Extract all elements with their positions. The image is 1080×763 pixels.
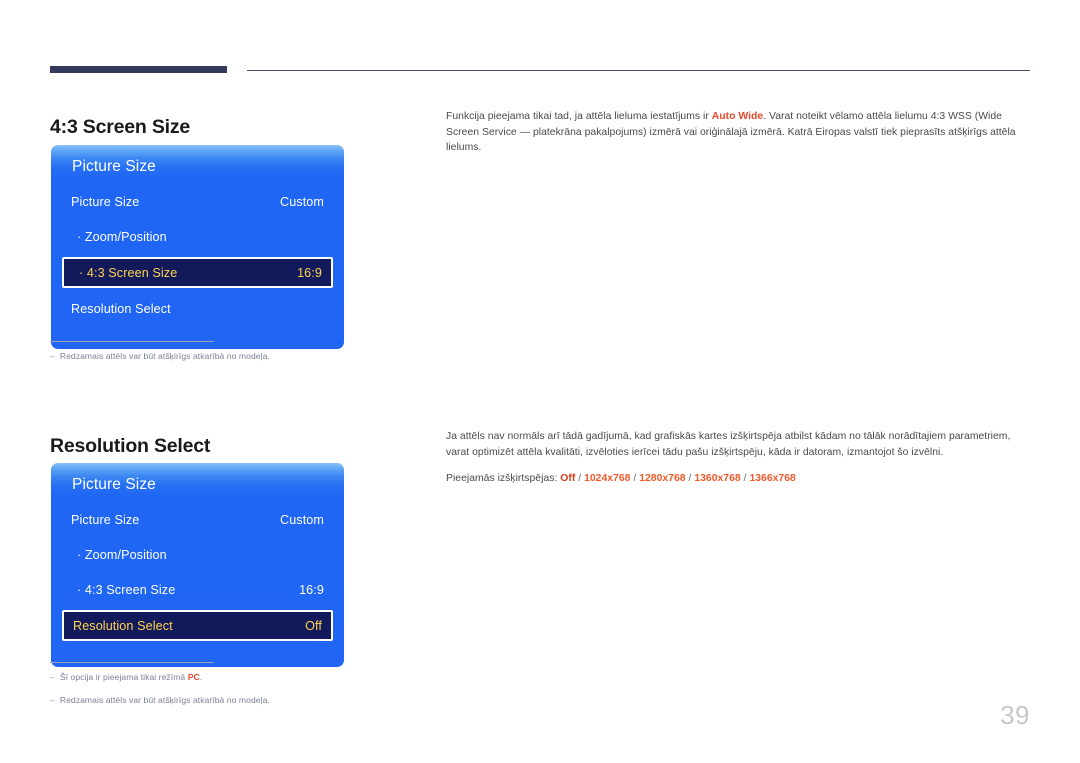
osd-row[interactable]: · Zoom/Position (62, 540, 333, 569)
osd-row-value: Custom (280, 194, 324, 209)
osd-panel-picture-size-2: Picture Size Picture Size Custom · Zoom/… (51, 463, 344, 667)
osd-row-label: Resolution Select (73, 618, 173, 633)
footnote-dash: – (50, 695, 55, 705)
footnote-dash: – (50, 351, 55, 361)
footnote-block-2: – Šī opcija ir pieejama tikai režīmā PC.… (50, 662, 270, 718)
footnote-dash: – (50, 672, 55, 682)
footnote-accent-pc: PC (187, 672, 200, 682)
footnote-block-1: – Redzamais attēls var būt atšķirīgs atk… (50, 341, 270, 374)
header-accent-bar (50, 66, 227, 73)
description-paragraph-2: Ja attēls nav normāls arī tādā gadījumā,… (446, 431, 1011, 458)
resolutions-label: Pieejamās izšķirtspējas: (446, 473, 561, 485)
resolution-separator: / (685, 473, 695, 485)
osd-row[interactable]: · Zoom/Position (62, 222, 333, 251)
footnote-item: – Redzamais attēls var būt atšķirīgs atk… (50, 695, 270, 705)
footnote-text: Redzamais attēls var būt atšķirīgs atkar… (59, 351, 270, 361)
footnote-item: – Šī opcija ir pieejama tikai režīmā PC. (50, 672, 270, 682)
footnote-text: Šī opcija ir pieejama tikai režīmā PC. (60, 672, 202, 682)
paragraph-accent-auto-wide: Auto Wide (711, 111, 764, 123)
paragraph-prefix: Funkcija pieejama tikai tad, ja attēla l… (446, 111, 712, 123)
osd-row[interactable]: Picture Size Custom (62, 187, 333, 216)
osd-row-value: Custom (280, 512, 324, 527)
section-title-4-3-screen-size: 4:3 Screen Size (50, 116, 191, 139)
osd-row-value: Off (305, 618, 322, 633)
osd-row-label: · Zoom/Position (77, 547, 167, 562)
resolution-separator: / (630, 473, 640, 485)
resolution-option: 1280x768 (639, 473, 686, 485)
available-resolutions-line: Pieejamās izšķirtspējas: Off / 1024x768 … (446, 473, 1031, 484)
page-number: 39 (1000, 700, 1030, 730)
osd-row-selected[interactable]: Resolution Select Off (62, 610, 333, 641)
footnote-rule (50, 341, 214, 342)
section-title-resolution-select: Resolution Select (50, 435, 211, 458)
resolution-option-off: Off (560, 473, 576, 485)
description-paragraph-1: Funkcija pieejama tikai tad, ja attēla l… (446, 109, 1031, 155)
osd-row-label: · 4:3 Screen Size (79, 265, 178, 280)
footnote-text: Redzamais attēls var būt atšķirīgs atkar… (59, 695, 270, 705)
manual-page: 4:3 Screen Size Picture Size Picture Siz… (0, 0, 1080, 763)
resolution-option: 1024x768 (584, 473, 631, 485)
body-column-2: Ja attēls nav normāls arī tādā gadījumā,… (446, 419, 1031, 484)
osd-row-value: 16:9 (297, 265, 322, 280)
osd-panel-picture-size-1: Picture Size Picture Size Custom · Zoom/… (51, 145, 344, 349)
osd-row-label: Picture Size (71, 512, 140, 527)
osd-title: Picture Size (72, 476, 156, 493)
resolution-separator: / (575, 473, 585, 485)
osd-row[interactable]: Resolution Select (62, 294, 333, 323)
footnote-text-prefix: Šī opcija ir pieejama tikai režīmā (59, 672, 188, 682)
footnote-rule (50, 662, 214, 663)
osd-row-label: · Zoom/Position (77, 229, 167, 244)
osd-row-label: Picture Size (71, 194, 140, 209)
osd-row-label: · 4:3 Screen Size (77, 582, 176, 597)
footnote-item: – Redzamais attēls var būt atšķirīgs atk… (50, 351, 270, 361)
osd-row-label: Resolution Select (71, 301, 171, 316)
osd-title: Picture Size (72, 158, 156, 175)
header-rule-line (247, 70, 1030, 71)
body-column-1: Funkcija pieejama tikai tad, ja attēla l… (446, 99, 1031, 166)
osd-row-value: 16:9 (299, 582, 324, 597)
osd-row[interactable]: · 4:3 Screen Size 16:9 (62, 575, 333, 604)
footnote-text-suffix: . (199, 672, 203, 682)
resolution-option: 1366x768 (749, 473, 796, 485)
osd-row-selected[interactable]: · 4:3 Screen Size 16:9 (62, 257, 333, 288)
osd-row[interactable]: Picture Size Custom (62, 505, 333, 534)
resolution-option: 1360x768 (694, 473, 741, 485)
resolution-option-list: / 1024x768 / 1280x768 / 1360x768 / 1366x… (575, 473, 796, 484)
